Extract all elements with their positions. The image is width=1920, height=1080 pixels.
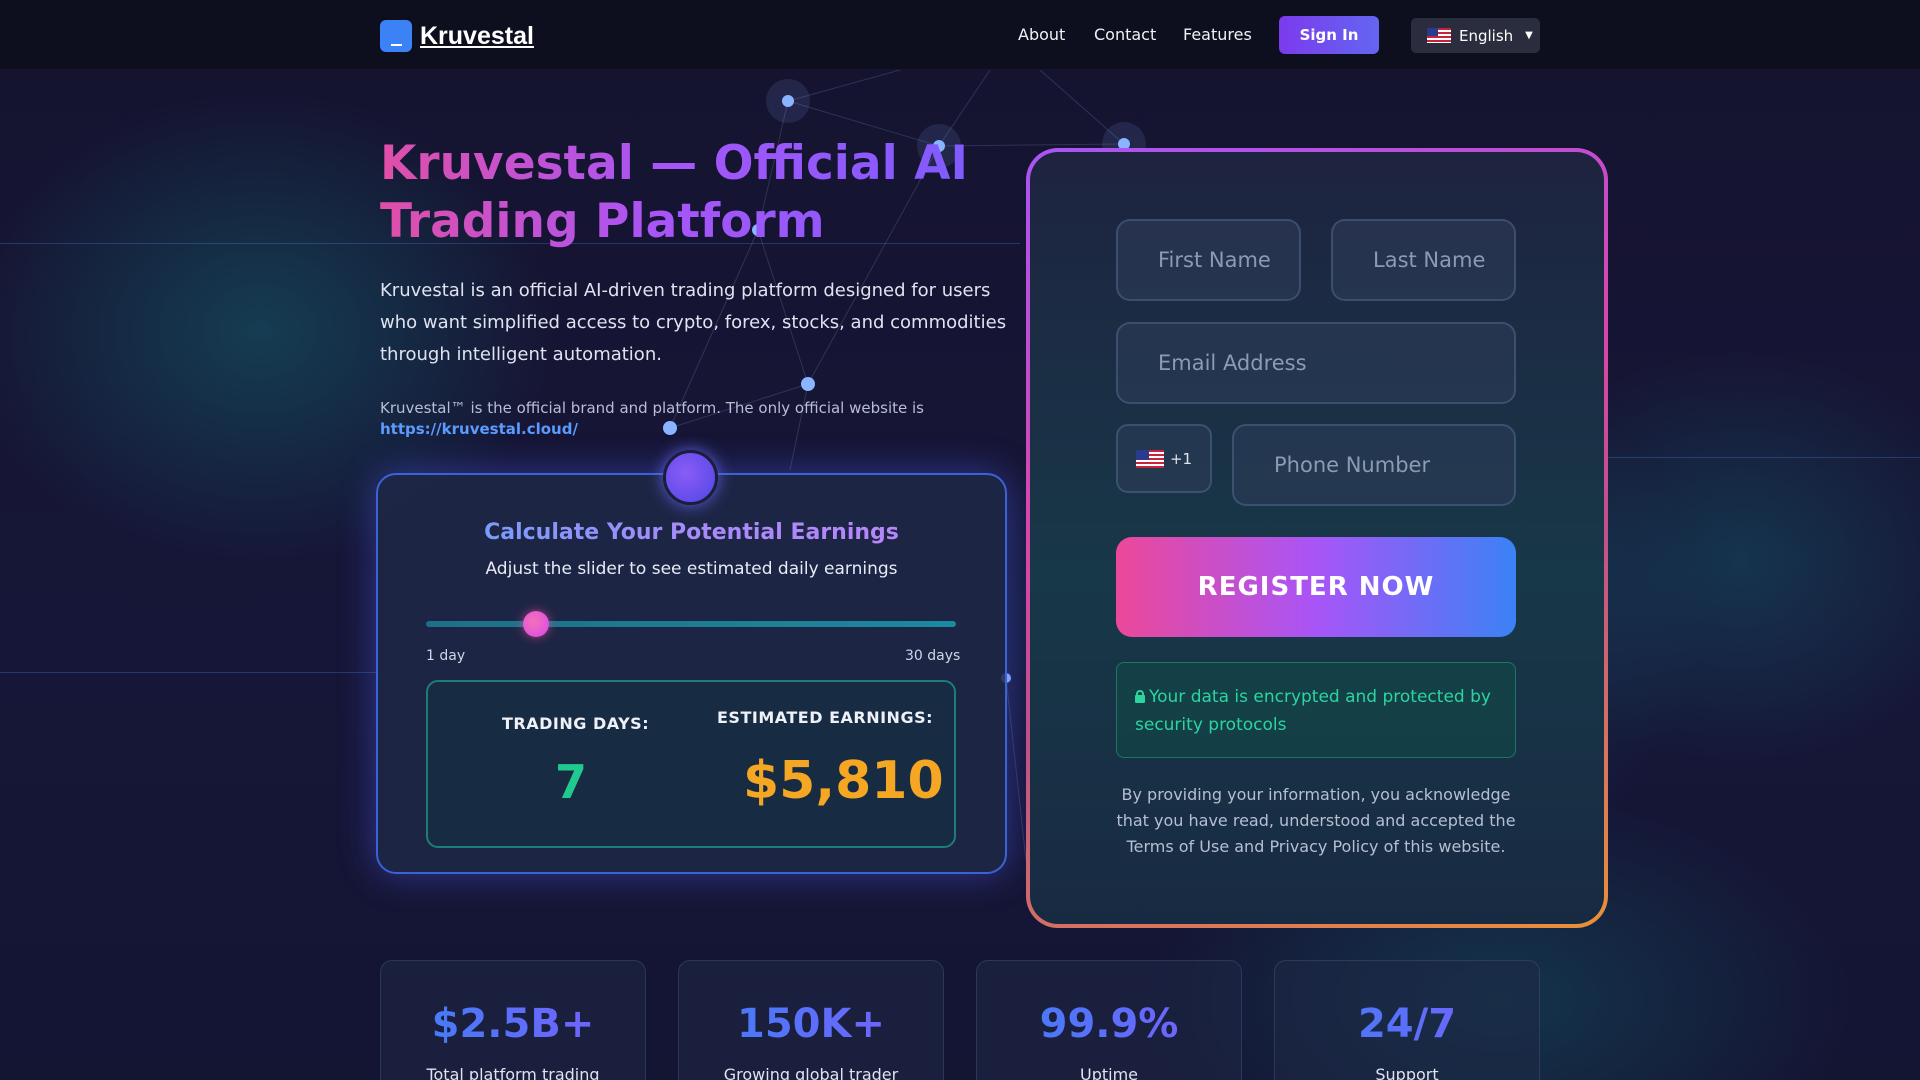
sign-in-button[interactable]: Sign In xyxy=(1279,16,1379,54)
slider-min-label: 1 day xyxy=(426,648,466,664)
stat-label: Total platform trading xyxy=(426,1065,600,1080)
stat-value: 24/7 xyxy=(1275,1001,1539,1047)
calculator-title: Calculate Your Potential Earnings xyxy=(376,520,1007,545)
stat-card: $2.5B+ Total platform trading xyxy=(380,960,646,1080)
official-note: Kruvestal™ is the official brand and pla… xyxy=(380,399,924,417)
top-header: Kruvestal About Contact Features Sign In… xyxy=(0,0,1920,70)
estimated-earnings-value: $5,810 xyxy=(743,751,944,811)
stat-card: 150K+ Growing global trader xyxy=(678,960,944,1080)
us-flag-icon xyxy=(1135,449,1164,468)
stat-card: 99.9% Uptime xyxy=(976,960,1242,1080)
trading-days-value: 7 xyxy=(555,755,588,809)
brand[interactable]: Kruvestal xyxy=(380,20,534,52)
calculator-subtitle: Adjust the slider to see estimated daily… xyxy=(485,559,898,579)
security-notice: Your data is encrypted and protected by … xyxy=(1116,662,1516,758)
hero-title: Kruvestal — Official AI Trading Platform xyxy=(380,135,1000,251)
last-name-field[interactable]: Last Name xyxy=(1331,219,1516,301)
hero-description: Kruvestal is an official AI-driven tradi… xyxy=(380,280,1007,365)
email-field[interactable]: Email Address xyxy=(1116,322,1516,404)
security-notice-text: Your data is encrypted and protected by … xyxy=(1135,687,1491,735)
stat-value: 99.9% xyxy=(977,1001,1241,1047)
stat-value: 150K+ xyxy=(679,1001,943,1047)
brand-logo-icon xyxy=(380,20,412,52)
official-website-link[interactable]: https://kruvestal.cloud/ xyxy=(380,420,578,438)
first-name-field[interactable]: First Name xyxy=(1116,219,1301,301)
days-slider-track[interactable] xyxy=(426,621,956,627)
days-slider-thumb[interactable] xyxy=(522,611,549,637)
lock-icon xyxy=(1135,690,1145,703)
language-selector[interactable]: English ▼ xyxy=(1411,18,1540,53)
brand-name[interactable]: Kruvestal xyxy=(420,22,534,51)
calculator-orb-icon xyxy=(663,450,718,505)
stat-label: Support xyxy=(1375,1065,1439,1080)
country-code-label: +1 xyxy=(1169,449,1193,468)
consent-text: By providing your information, you ackno… xyxy=(1116,785,1516,856)
slider-max-label: 30 days xyxy=(905,648,961,664)
phone-field[interactable]: Phone Number xyxy=(1232,424,1516,506)
nav-link-contact[interactable]: Contact xyxy=(1094,25,1156,44)
country-code-select[interactable]: +1 xyxy=(1116,424,1212,493)
register-now-button[interactable]: REGISTER NOW xyxy=(1116,537,1516,637)
stat-label: Uptime xyxy=(1079,1065,1138,1080)
stat-label: Growing global trader xyxy=(723,1065,899,1080)
us-flag-icon xyxy=(1427,28,1451,43)
nav-link-features[interactable]: Features xyxy=(1183,25,1252,44)
stat-value: $2.5B+ xyxy=(381,1001,645,1047)
nav-link-about[interactable]: About xyxy=(1018,25,1065,44)
trading-days-label: TRADING DAYS: xyxy=(502,714,650,733)
estimated-earnings-label: ESTIMATED EARNINGS: xyxy=(717,708,933,727)
caret-down-icon: ▼ xyxy=(1525,30,1533,41)
stat-card: 24/7 Support xyxy=(1274,960,1540,1080)
language-label: English xyxy=(1459,26,1514,45)
